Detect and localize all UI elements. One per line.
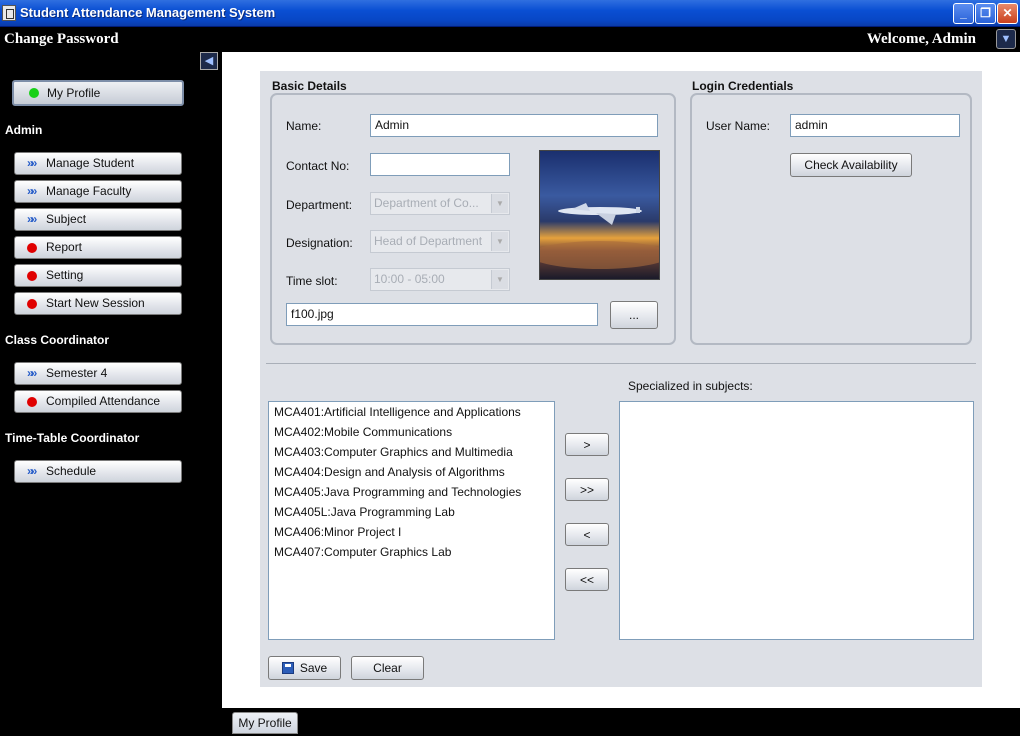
sidebar-item-report[interactable]: Report (14, 236, 182, 259)
sidebar-item-compiled-attendance[interactable]: Compiled Attendance (14, 390, 182, 413)
double-chevron-right-icon: »» (27, 464, 37, 478)
floppy-disk-icon (281, 662, 294, 674)
app-icon (2, 5, 16, 21)
sidebar-item-label: Manage Faculty (46, 184, 132, 198)
department-dropdown[interactable]: Department of Co... ▼ (370, 192, 510, 215)
sidebar-item-schedule[interactable]: »» Schedule (14, 460, 182, 483)
sidebar-item-label: Compiled Attendance (46, 394, 161, 408)
chevron-down-icon: ▼ (491, 270, 508, 289)
username-field[interactable]: admin (790, 114, 960, 137)
sidebar-item-label: Schedule (46, 464, 97, 478)
specialized-subjects-label: Specialized in subjects: (628, 379, 753, 393)
department-value: Department of Co... (374, 196, 479, 210)
red-dot-icon (27, 271, 37, 281)
double-chevron-right-icon: »» (27, 184, 37, 198)
sidebar-item-setting[interactable]: Setting (14, 264, 182, 287)
designation-value: Head of Department (374, 234, 483, 248)
red-dot-icon (27, 397, 37, 407)
chevron-down-icon: ▼ (491, 194, 508, 213)
sidebar-item-start-new-session[interactable]: Start New Session (14, 292, 182, 315)
main-content: Basic Details Name: Admin Contact No: De… (222, 52, 1020, 706)
list-item[interactable]: MCA405L:Java Programming Lab (269, 502, 554, 522)
profile-photo (539, 150, 660, 280)
red-dot-icon (27, 243, 37, 253)
sidebar-item-my-profile[interactable]: My Profile (12, 80, 184, 106)
specialized-subjects-list[interactable] (619, 401, 974, 640)
chevron-down-icon[interactable]: ▼ (996, 29, 1016, 49)
section-divider (266, 363, 976, 364)
status-dot-icon (29, 88, 39, 98)
bottom-tab-bar: My Profile (222, 706, 1020, 736)
list-item[interactable]: MCA402:Mobile Communications (269, 422, 554, 442)
sidebar-item-semester-4[interactable]: »» Semester 4 (14, 362, 182, 385)
photo-filename-field[interactable]: f100.jpg (286, 303, 598, 326)
sidebar-item-label: Report (46, 240, 83, 254)
double-chevron-right-icon: »» (27, 156, 37, 170)
section-heading-timetable-coordinator: Time-Table Coordinator (5, 431, 140, 445)
list-item[interactable]: MCA404:Design and Analysis of Algorithms (269, 462, 554, 482)
sidebar-item-label: Subject (46, 212, 87, 226)
contact-label: Contact No: (286, 159, 350, 173)
restore-button[interactable]: ❐ (975, 3, 996, 24)
list-item[interactable]: MCA403:Computer Graphics and Multimedia (269, 442, 554, 462)
sidebar-item-label: Start New Session (46, 296, 145, 310)
move-one-button[interactable]: > (565, 433, 609, 456)
designation-dropdown[interactable]: Head of Department ▼ (370, 230, 510, 253)
section-heading-class-coordinator: Class Coordinator (5, 333, 110, 347)
top-bar: Change Password Welcome, Admin ▼ (0, 27, 1020, 52)
sidebar-item-label: Setting (46, 268, 84, 282)
list-item[interactable]: MCA401:Artificial Intelligence and Appli… (269, 402, 554, 422)
collapse-sidebar-icon[interactable]: ◀ (200, 52, 218, 70)
profile-panel: Basic Details Name: Admin Contact No: De… (260, 71, 982, 687)
sidebar-item-label: My Profile (47, 86, 101, 100)
timeslot-dropdown[interactable]: 10:00 - 05:00 ▼ (370, 268, 510, 291)
designation-label: Designation: (286, 236, 353, 250)
timeslot-value: 10:00 - 05:00 (374, 272, 445, 286)
sidebar-item-subject[interactable]: »» Subject (14, 208, 182, 231)
list-item[interactable]: MCA405:Java Programming and Technologies (269, 482, 554, 502)
move-all-button[interactable]: >> (565, 478, 609, 501)
contact-field[interactable] (370, 153, 510, 176)
sidebar-item-manage-faculty[interactable]: »» Manage Faculty (14, 180, 182, 203)
remove-all-button[interactable]: << (565, 568, 609, 591)
save-button[interactable]: Save (268, 656, 341, 680)
chevron-down-icon: ▼ (491, 232, 508, 251)
sidebar-item-label: Manage Student (46, 156, 135, 170)
timeslot-label: Time slot: (286, 274, 338, 288)
sidebar: ◀ My Profile Admin »» Manage Student »» … (0, 52, 222, 706)
minimize-button[interactable]: _ (953, 3, 974, 24)
username-label: User Name: (706, 119, 771, 133)
sidebar-item-manage-student[interactable]: »» Manage Student (14, 152, 182, 175)
section-heading-admin: Admin (5, 123, 43, 137)
name-field[interactable]: Admin (370, 114, 658, 137)
sidebar-item-label: Semester 4 (46, 366, 108, 380)
window-titlebar: Student Attendance Management System _ ❐… (0, 0, 1020, 27)
change-password-link[interactable]: Change Password (4, 31, 119, 48)
browse-photo-button[interactable]: ... (610, 301, 658, 329)
close-button[interactable]: ✕ (997, 3, 1018, 24)
name-label: Name: (286, 119, 322, 133)
check-availability-button[interactable]: Check Availability (790, 153, 912, 177)
welcome-text: Welcome, Admin (866, 31, 976, 47)
tab-my-profile[interactable]: My Profile (232, 712, 298, 734)
list-item[interactable]: MCA407:Computer Graphics Lab (269, 542, 554, 562)
available-subjects-list[interactable]: MCA401:Artificial Intelligence and Appli… (268, 401, 555, 640)
double-chevron-right-icon: »» (27, 366, 37, 380)
double-chevron-right-icon: »» (27, 212, 37, 226)
department-label: Department: (286, 198, 353, 212)
basic-details-heading: Basic Details (272, 79, 347, 93)
window-title: Student Attendance Management System (20, 5, 276, 20)
login-credentials-heading: Login Credentials (692, 79, 794, 93)
red-dot-icon (27, 299, 37, 309)
remove-one-button[interactable]: < (565, 523, 609, 546)
clear-button[interactable]: Clear (351, 656, 424, 680)
list-item[interactable]: MCA406:Minor Project I (269, 522, 554, 542)
save-label: Save (299, 661, 328, 675)
